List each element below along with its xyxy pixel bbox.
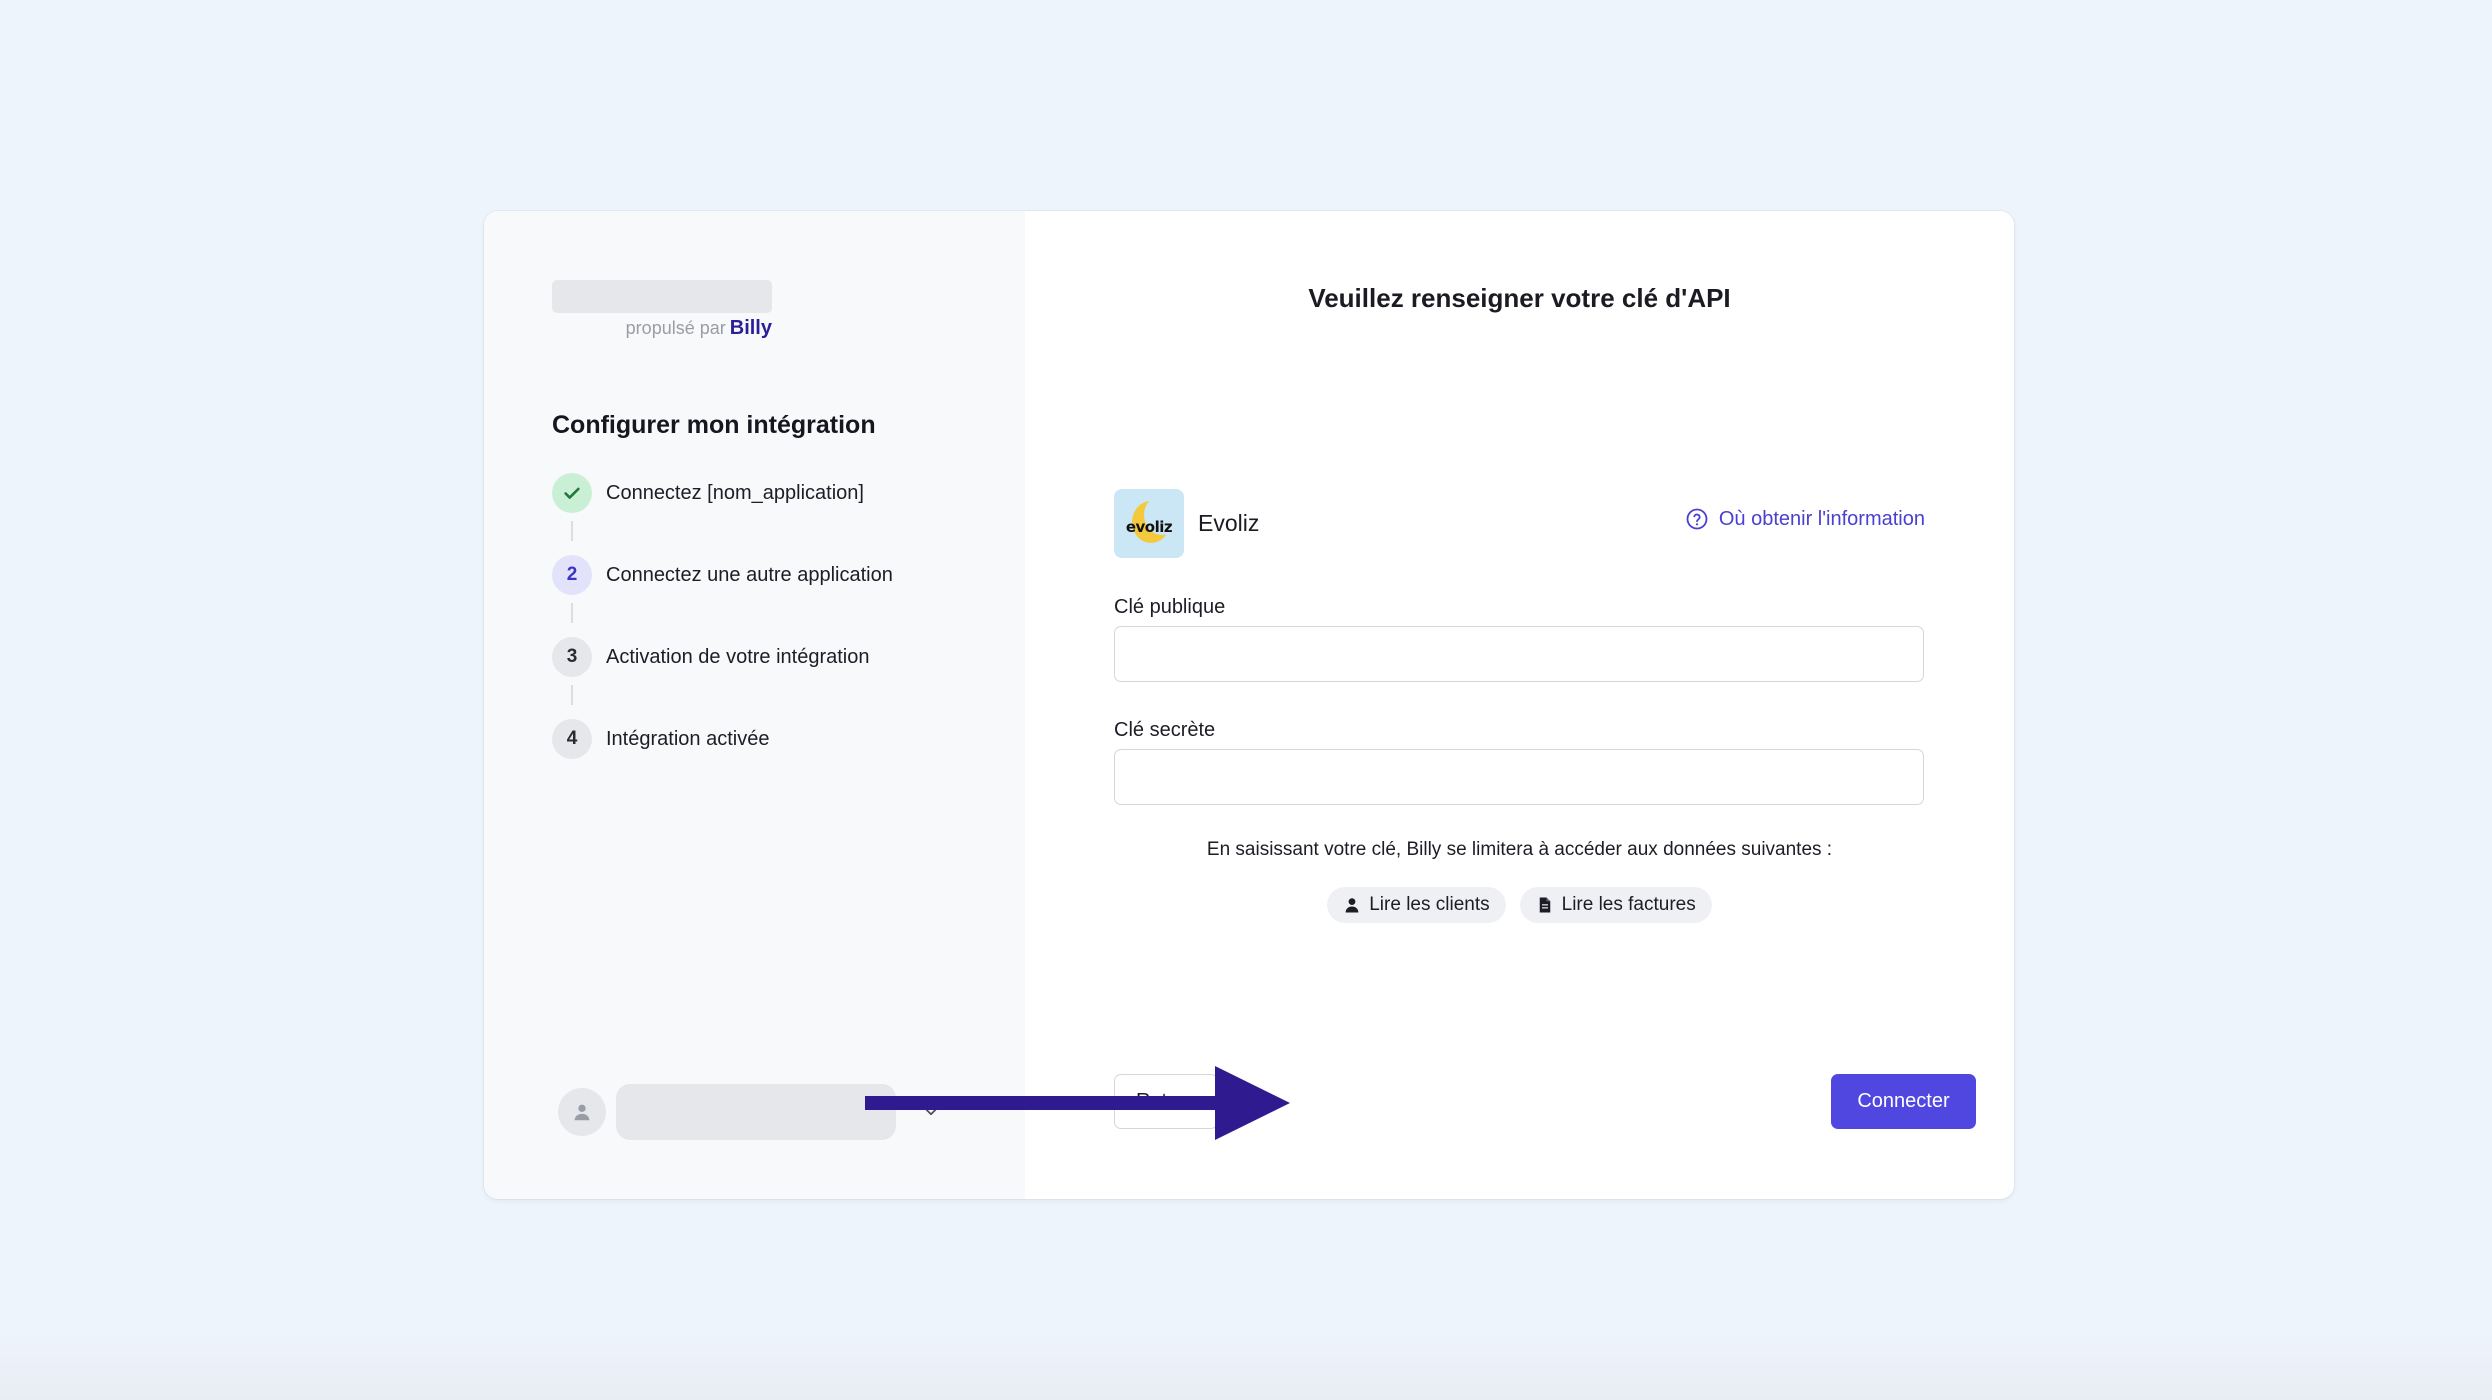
sidebar-title: Configurer mon intégration: [552, 411, 876, 439]
step-1: Connectez [nom_application]: [552, 473, 864, 513]
provider-header: evoliz Evoliz: [1114, 489, 1259, 558]
user-icon: [1345, 898, 1359, 913]
app-logo-placeholder: [552, 280, 772, 313]
integration-card: propulsé par Billy Configurer mon intégra…: [484, 211, 2014, 1199]
permission-label: Lire les clients: [1369, 894, 1490, 915]
step-label: Connectez [nom_application]: [606, 481, 864, 504]
access-notice: En saisissant votre clé, Billy se limite…: [1206, 839, 1833, 860]
public-key-label: Clé publique: [1114, 596, 1226, 618]
public-key-input[interactable]: [1114, 626, 1924, 682]
step-2: 2 Connectez une autre application: [552, 555, 893, 595]
connect-button[interactable]: Connecter: [1831, 1074, 1976, 1129]
document-icon: [1539, 897, 1550, 913]
step-number: 3: [552, 637, 592, 677]
chevron-down-icon[interactable]: [920, 1101, 942, 1123]
help-link-label: Où obtenir l'information: [1718, 507, 1925, 530]
evoliz-logo: evoliz: [1114, 489, 1184, 558]
secret-key-input[interactable]: [1114, 749, 1924, 805]
step-label: Intégration activée: [606, 727, 770, 750]
step-number: 4: [552, 719, 592, 759]
secret-key-label: Clé secrète: [1114, 719, 1216, 741]
powered-by-text: propulsé par: [625, 318, 726, 338]
permission-chip-invoices: Lire les factures: [1519, 887, 1712, 923]
sidebar: propulsé par Billy Configurer mon intégra…: [484, 211, 1025, 1199]
brand-name: Billy: [729, 317, 772, 339]
powered-by: propulsé par Billy: [552, 317, 772, 340]
main-panel: Veuillez renseigner votre clé d'API evol…: [1025, 211, 2014, 1199]
step-4: 4 Intégration activée: [552, 719, 769, 759]
step-label: Activation de votre intégration: [606, 645, 870, 668]
user-name-placeholder: [616, 1084, 896, 1140]
step-connector: [571, 521, 573, 541]
page-title: Veuillez renseigner votre clé d'API: [1308, 283, 1731, 313]
permission-chip-clients: Lire les clients: [1327, 887, 1506, 923]
permission-label: Lire les factures: [1561, 894, 1696, 915]
help-link[interactable]: Où obtenir l'information: [1685, 507, 1925, 531]
provider-name: Evoliz: [1198, 510, 1260, 536]
user-icon: [558, 1088, 606, 1136]
step-label: Connectez une autre application: [606, 563, 893, 586]
step-connector: [571, 685, 573, 705]
provider-logo-text: evoliz: [1125, 517, 1173, 536]
bottom-shade: [0, 1330, 2492, 1400]
permissions-list: Lire les clients Lire les factures: [1025, 887, 2014, 923]
check-icon: [552, 473, 592, 513]
back-button[interactable]: Retour: [1114, 1074, 1218, 1129]
question-circle-icon: [1686, 508, 1708, 530]
step-3: 3 Activation de votre intégration: [552, 637, 870, 677]
user-menu[interactable]: [558, 1084, 942, 1140]
step-number: 2: [552, 555, 592, 595]
step-connector: [571, 603, 573, 623]
